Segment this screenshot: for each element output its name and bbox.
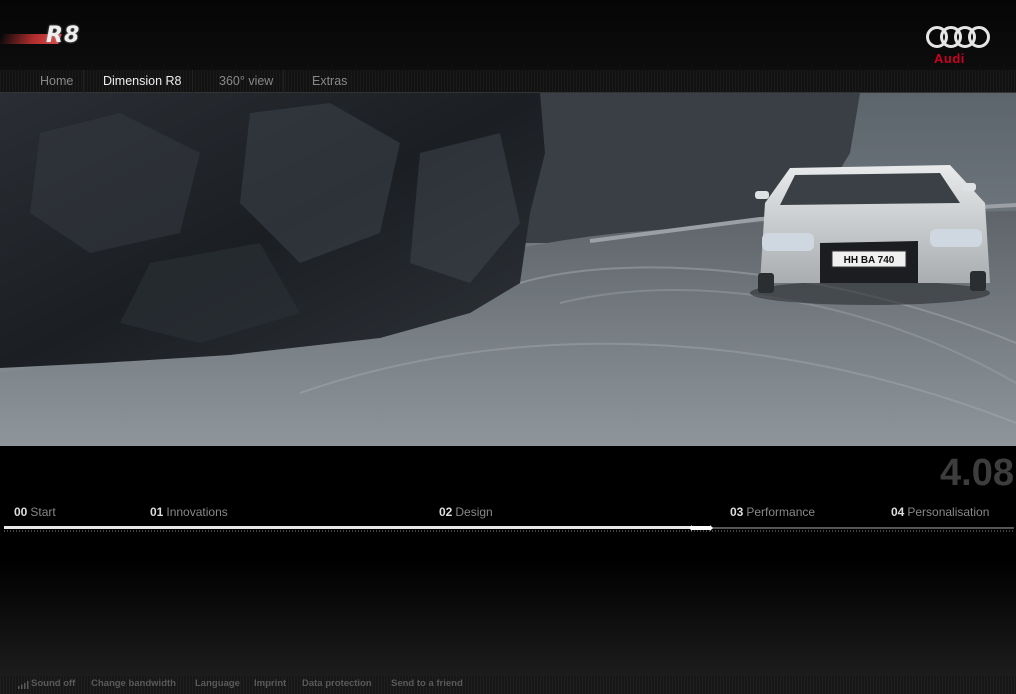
audi-rings-icon (926, 24, 990, 48)
video-time: 4.08 (940, 452, 1014, 494)
footer: Sound off Change bandwidth Language Impr… (0, 676, 1016, 694)
timeline-handle[interactable] (689, 524, 713, 532)
video-timeline[interactable] (4, 524, 1014, 532)
hero-scene: HH BA 740 (0, 93, 1016, 446)
chapter-performance[interactable]: 03 Performance (730, 505, 815, 519)
chapter-start[interactable]: 00 Start (14, 505, 56, 519)
nav-360-view[interactable]: 360° view (209, 70, 285, 93)
r8-logo-text: R8 (46, 23, 81, 48)
nav-dimension-r8[interactable]: Dimension R8 (93, 70, 193, 93)
footer-language[interactable]: Language (195, 678, 240, 689)
chapter-personalisation[interactable]: 04 Personalisation (891, 505, 989, 519)
r8-logo[interactable]: R8 (0, 23, 112, 50)
footer-data-protection[interactable]: Data protection (302, 678, 372, 689)
footer-change-bandwidth[interactable]: Change bandwidth (91, 678, 176, 689)
footer-imprint[interactable]: Imprint (254, 678, 286, 689)
hero-video-frame[interactable]: HH BA 740 (0, 93, 1016, 446)
audi-logo-text: Audi (934, 51, 965, 66)
chapter-design[interactable]: 02 Design (439, 505, 493, 519)
audi-logo[interactable]: Audi (922, 24, 992, 68)
speaker-bars-icon[interactable] (18, 681, 30, 689)
footer-sound-off[interactable]: Sound off (31, 678, 75, 689)
chapter-list: 00 Start 01 Innovations 02 Design 03 Perform… (0, 505, 1016, 523)
chapter-innovations[interactable]: 01 Innovations (150, 505, 228, 519)
bottom-area (0, 560, 1016, 676)
timeline-progress (4, 526, 701, 529)
header: R8 Audi (0, 0, 1016, 70)
nav-extras[interactable]: Extras (302, 70, 357, 93)
footer-send-to-friend[interactable]: Send to a friend (391, 678, 463, 689)
main-nav: Home Dimension R8 360° view Extras (0, 70, 1016, 93)
nav-home[interactable]: Home (30, 70, 85, 93)
license-plate: HH BA 740 (844, 255, 895, 266)
timeline-dots (4, 530, 1014, 532)
